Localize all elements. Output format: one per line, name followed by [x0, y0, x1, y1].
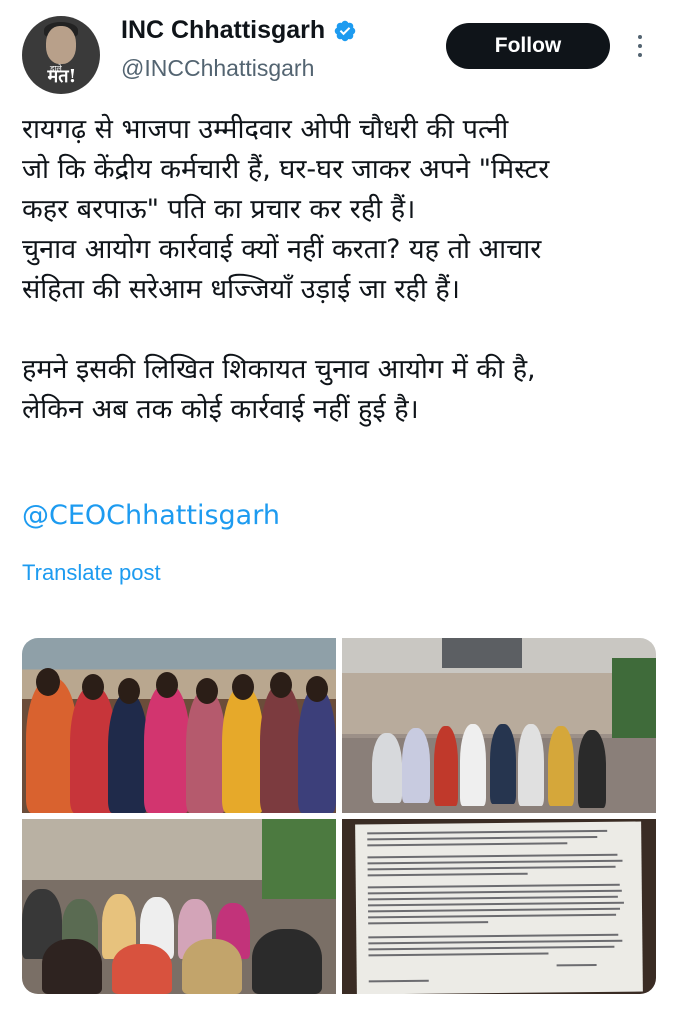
- tweet-line: चुनाव आयोग कार्रवाई क्यों नहीं करता? यह …: [22, 234, 542, 265]
- tweet-line: लेकिन अब तक कोई कार्रवाई नहीं हुई है।: [22, 394, 419, 425]
- person: [298, 688, 336, 813]
- person: [252, 929, 322, 994]
- text-line: [367, 889, 622, 895]
- text-line: [368, 945, 615, 951]
- person: [144, 684, 190, 813]
- avatar-badge: डाले मत!: [34, 64, 90, 90]
- text-line: [556, 963, 597, 967]
- text-line: [368, 952, 549, 957]
- person: [186, 690, 226, 813]
- balcony-railing: [442, 638, 522, 668]
- text-line: [368, 939, 623, 945]
- text-line: [368, 933, 619, 939]
- complaint-letter: [355, 821, 643, 994]
- tweet-line: कहर बरपाऊ" पति का प्रचार कर रही हैं।: [22, 194, 416, 225]
- person: [222, 686, 264, 813]
- tweet-line: हमने इसकी लिखित शिकायत चुनाव आयोग में की…: [22, 354, 536, 385]
- translate-post-link[interactable]: Translate post: [22, 560, 161, 586]
- text-line: [367, 895, 618, 901]
- head: [156, 672, 178, 698]
- tweet-line: संहिता की सरेआम धज्जियाँ उड़ाई जा रही है…: [22, 274, 460, 305]
- photo-group-meeting[interactable]: [22, 819, 336, 994]
- photo-complaint-letter[interactable]: [342, 819, 656, 994]
- text-line: [367, 901, 624, 907]
- head: [118, 678, 140, 704]
- tweet-header: डाले मत! INC Chhattisgarh @INCChhattisga…: [0, 0, 678, 100]
- avatar-badge-small: डाले: [50, 64, 62, 73]
- tweet-line: रायगढ़ से भाजपा उम्मीदवार ओपी चौधरी की प…: [22, 114, 509, 145]
- display-name[interactable]: INC Chhattisgarh: [121, 16, 325, 45]
- head: [306, 676, 328, 702]
- tweet-line: जो कि केंद्रीय कर्मचारी हैं, घर-घर जाकर …: [22, 154, 550, 185]
- text-line: [367, 865, 616, 871]
- media-grid: [22, 638, 656, 994]
- person: [460, 724, 486, 806]
- person: [402, 728, 430, 803]
- photo-group-courtyard[interactable]: [342, 638, 656, 813]
- person: [260, 684, 302, 813]
- person: [548, 726, 574, 806]
- text-line: [367, 872, 528, 877]
- text-line: [367, 835, 598, 841]
- handle[interactable]: @INCChhattisgarh: [121, 55, 314, 82]
- follow-button[interactable]: Follow: [446, 23, 610, 69]
- person: [490, 724, 516, 804]
- person: [434, 726, 458, 806]
- text-line: [367, 883, 620, 889]
- person: [578, 730, 606, 808]
- head: [82, 674, 104, 700]
- person: [518, 724, 544, 806]
- mention-link[interactable]: @CEOChhattisgarh: [22, 500, 280, 531]
- person: [182, 939, 242, 994]
- person: [42, 939, 102, 994]
- text-line: [368, 907, 621, 913]
- dot: [638, 53, 642, 57]
- avatar[interactable]: डाले मत!: [22, 16, 100, 94]
- dot: [638, 44, 642, 48]
- person: [372, 733, 402, 803]
- dot: [638, 35, 642, 39]
- person: [112, 944, 172, 994]
- more-options-icon[interactable]: [628, 28, 652, 64]
- name-row: INC Chhattisgarh: [121, 16, 357, 45]
- photo-group-women[interactable]: [22, 638, 336, 813]
- text-line: [368, 979, 429, 983]
- plant: [262, 819, 336, 899]
- text-line: [367, 829, 608, 835]
- person: [108, 693, 148, 813]
- text-line: [368, 921, 489, 925]
- tweet-text: रायगढ़ से भाजपा उम्मीदवार ओपी चौधरी की प…: [22, 110, 662, 430]
- head: [36, 668, 60, 696]
- text-line: [367, 842, 568, 847]
- head: [196, 678, 218, 704]
- verified-badge-icon[interactable]: [333, 19, 357, 43]
- text-line: [367, 853, 618, 859]
- text-line: [367, 859, 623, 865]
- head: [232, 674, 254, 700]
- text-line: [368, 913, 617, 919]
- head: [270, 672, 292, 698]
